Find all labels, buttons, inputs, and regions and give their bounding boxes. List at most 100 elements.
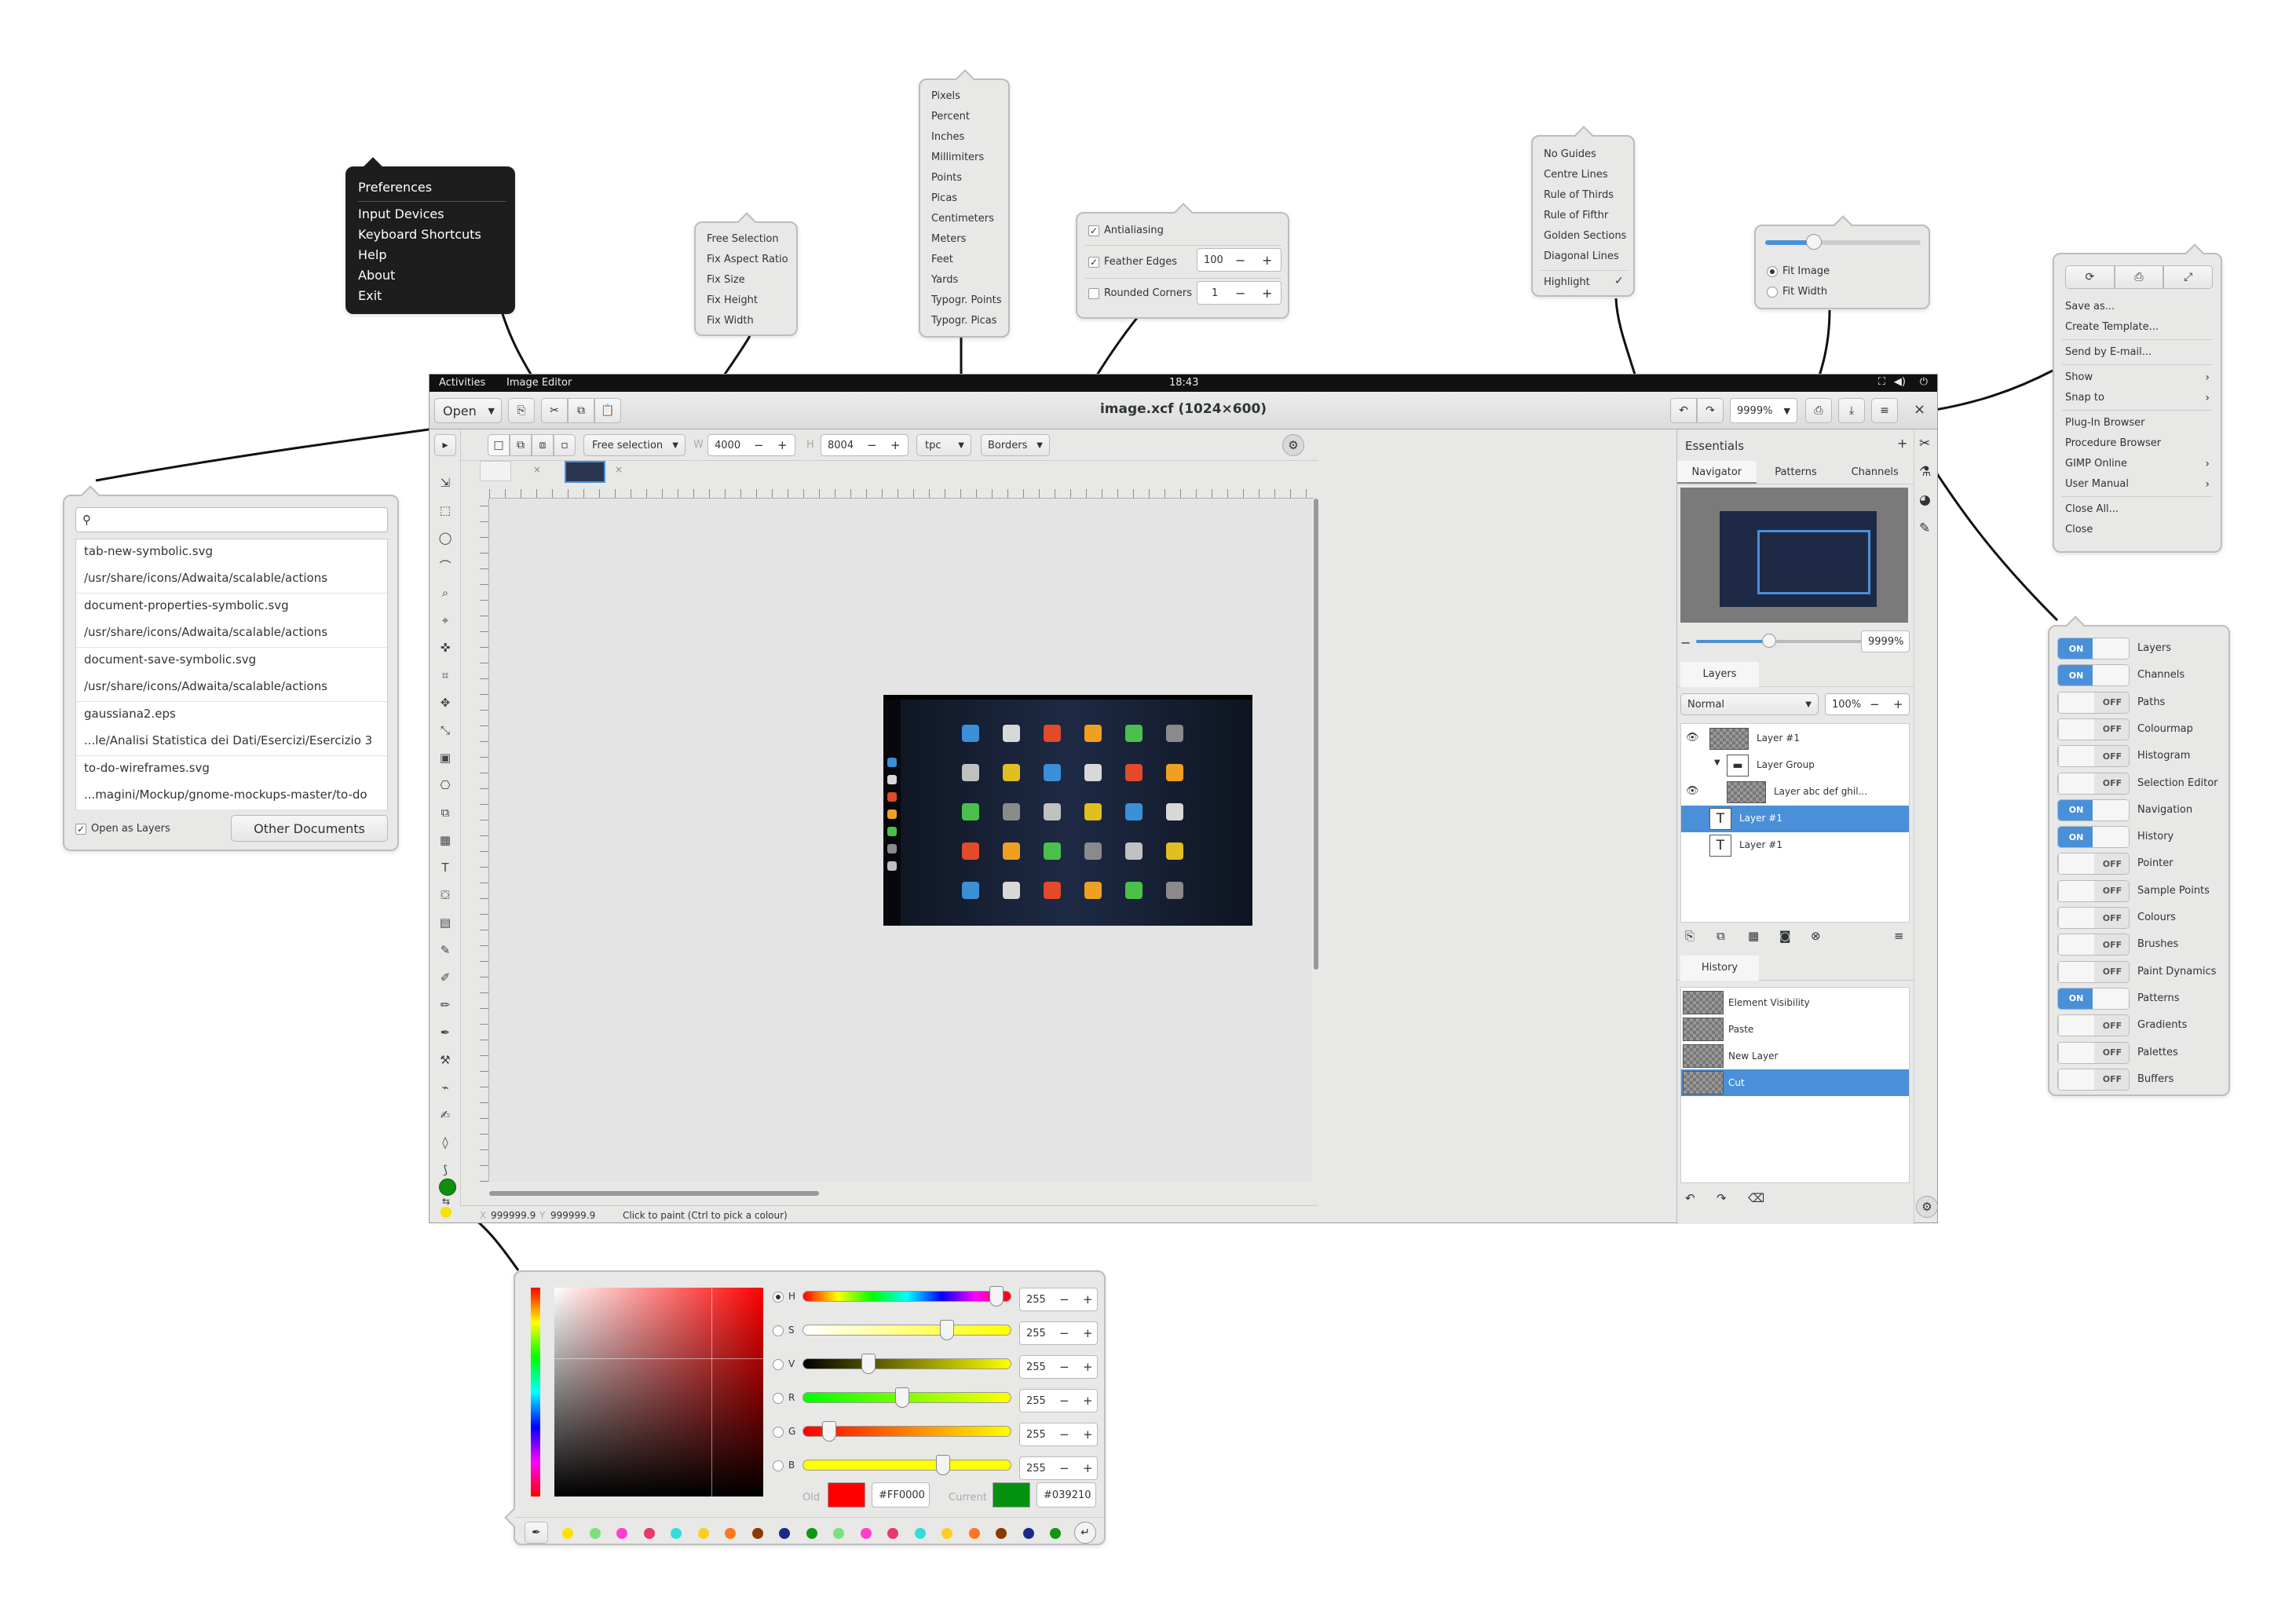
plus-icon[interactable]: +: [1083, 1326, 1093, 1340]
redo-icon[interactable]: ↷: [1697, 398, 1724, 423]
app-menu-preferences[interactable]: Preferences: [347, 168, 514, 198]
palette-swatch[interactable]: [806, 1528, 817, 1539]
recent-file-item[interactable]: document-save-symbolic.svg/usr/share/ico…: [76, 648, 387, 702]
channel-radio[interactable]: [773, 1359, 784, 1370]
navigator-viewport[interactable]: [1757, 530, 1870, 594]
channel-slider[interactable]: [803, 1325, 1011, 1336]
color-picker-tool-icon[interactable]: ✜: [436, 638, 455, 657]
minus-icon[interactable]: −: [1059, 1292, 1069, 1306]
new-layer-icon[interactable]: ⎘: [1685, 929, 1695, 943]
transform-tool-icon[interactable]: ⤡: [436, 721, 455, 740]
add-selection-icon[interactable]: ⧉: [510, 434, 532, 456]
hue-strip[interactable]: [531, 1288, 540, 1497]
guides-thirds[interactable]: Rule of Thirds: [1533, 185, 1633, 206]
chevron-down-icon[interactable]: ▼: [1714, 758, 1720, 767]
channel-field[interactable]: 255− +: [1019, 1288, 1098, 1311]
plus-icon[interactable]: +: [1083, 1394, 1093, 1408]
minus-icon[interactable]: −: [1059, 1461, 1069, 1475]
dock-toggle-buffers[interactable]: OFF: [2057, 1068, 2130, 1091]
unit-combo[interactable]: tpc ▼: [916, 434, 971, 456]
channel-field[interactable]: 255− +: [1019, 1423, 1098, 1446]
pencil-tool-icon[interactable]: ✎: [436, 941, 455, 959]
fit-image-radio[interactable]: [1767, 265, 1778, 277]
minus-icon[interactable]: −: [1059, 1427, 1069, 1442]
move-tool-icon[interactable]: ⇲: [436, 473, 455, 492]
palette-icon[interactable]: ◕: [1919, 492, 1931, 508]
palette-swatch[interactable]: [860, 1528, 872, 1539]
add-tab-icon[interactable]: +: [1897, 436, 1907, 451]
recent-file-item[interactable]: to-do-wireframes.svg ...magini/Mockup/gno…: [76, 756, 387, 810]
fit-width-option[interactable]: Fit Width: [1767, 286, 1827, 298]
tab-channels[interactable]: Channels: [1835, 461, 1914, 484]
channel-field[interactable]: 255− +: [1019, 1389, 1098, 1412]
borders-button[interactable]: Borders ▼: [981, 434, 1050, 456]
smudge-tool-icon[interactable]: ✍: [436, 1106, 455, 1124]
history-item[interactable]: New Layer: [1681, 1043, 1909, 1069]
power-icon[interactable]: ⏻: [1920, 376, 1928, 388]
layer-row[interactable]: T Layer #1: [1681, 832, 1909, 859]
dock-toggle-colours[interactable]: OFF: [2057, 907, 2130, 929]
free-select-tool-icon[interactable]: ⌒: [436, 556, 455, 575]
guides-diagonal[interactable]: Diagonal Lines: [1533, 247, 1633, 267]
unit-option[interactable]: Percent: [920, 107, 1008, 127]
clone-tool-icon[interactable]: ⚒: [436, 1051, 455, 1069]
channel-field[interactable]: 255− +: [1019, 1355, 1098, 1379]
channel-field[interactable]: 255− +: [1019, 1456, 1098, 1480]
minus-icon[interactable]: −: [1059, 1326, 1069, 1340]
palette-swatch[interactable]: [968, 1528, 980, 1539]
dock-toggle-palettes[interactable]: OFF: [2057, 1041, 2130, 1064]
zoom-tool-icon[interactable]: ⌕: [436, 583, 455, 602]
blend-mode-combo[interactable]: Normal ▼: [1680, 693, 1819, 715]
foreground-color-swatch[interactable]: [439, 1179, 456, 1196]
channel-slider[interactable]: [803, 1460, 1011, 1471]
unit-option[interactable]: Pixels: [920, 86, 1008, 107]
navigator-zoom-knob[interactable]: [1762, 634, 1776, 648]
app-menu-help[interactable]: Help: [347, 245, 514, 265]
palette-swatch[interactable]: [643, 1528, 655, 1539]
network-icon[interactable]: ⛶: [1878, 376, 1885, 388]
image-menu-item[interactable]: Save as...: [2054, 297, 2221, 317]
tab-history[interactable]: History: [1680, 956, 1759, 981]
swap-colors-icon[interactable]: ⇆: [442, 1196, 450, 1207]
app-menu-keyboard-shortcuts[interactable]: Keyboard Shortcuts: [347, 225, 514, 245]
open-as-layers-checkbox[interactable]: ✓: [75, 823, 86, 835]
channel-radio[interactable]: [773, 1427, 784, 1438]
navigator-preview[interactable]: [1680, 488, 1908, 623]
eye-icon[interactable]: 👁: [1686, 732, 1699, 744]
app-menu-button[interactable]: Image Editor: [506, 377, 572, 389]
bucket-fill-tool-icon[interactable]: ⛋: [436, 886, 455, 904]
antialiasing-option[interactable]: ✓ Antialiasing: [1088, 225, 1164, 236]
plus-icon[interactable]: +: [777, 438, 788, 452]
plus-icon[interactable]: +: [1262, 286, 1272, 301]
close-icon[interactable]: ×: [1914, 401, 1925, 418]
save-icon[interactable]: ⤓: [1838, 398, 1865, 423]
undo-icon[interactable]: ↶: [1670, 398, 1697, 423]
palette-swatch[interactable]: [914, 1528, 926, 1539]
tools-icon[interactable]: ✂: [1919, 436, 1930, 451]
intersect-selection-icon[interactable]: ▫: [554, 434, 576, 456]
channel-slider-knob[interactable]: [989, 1286, 1004, 1306]
paintbrush-tool-icon[interactable]: ✐: [436, 968, 455, 987]
highlight-check-icon[interactable]: ✓: [1614, 275, 1624, 287]
clear-history-icon[interactable]: ⌫: [1748, 1191, 1764, 1205]
channel-slider[interactable]: [803, 1291, 1011, 1302]
open-as-layers-option[interactable]: ✓ Open as Layers: [75, 823, 170, 835]
align-tool-icon[interactable]: ✥: [436, 693, 455, 712]
antialiasing-checkbox[interactable]: ✓: [1088, 225, 1099, 236]
minus-icon[interactable]: −: [1870, 697, 1880, 711]
height-field[interactable]: 8004 − +: [821, 434, 909, 456]
image-tab-thumb-active[interactable]: [565, 461, 605, 483]
ellipse-select-tool-icon[interactable]: ◯: [436, 528, 455, 547]
guides-centre[interactable]: Centre Lines: [1533, 165, 1633, 185]
old-hex-field[interactable]: #FF0000: [872, 1482, 930, 1508]
rounded-checkbox[interactable]: [1088, 287, 1099, 299]
palette-swatch[interactable]: [562, 1528, 573, 1539]
undo-icon[interactable]: ↶: [1685, 1191, 1695, 1205]
palette-swatch[interactable]: [616, 1528, 627, 1539]
unit-option[interactable]: Yards: [920, 270, 1008, 291]
horizontal-scrollbar[interactable]: [489, 1191, 819, 1196]
dock-toggle-sample-points[interactable]: OFF: [2057, 879, 2130, 902]
palette-swatch[interactable]: [725, 1528, 736, 1539]
recent-file-item[interactable]: tab-new-symbolic.svg/usr/share/icons/Adw…: [76, 539, 387, 594]
rect-select-tool-icon[interactable]: ⬚: [436, 501, 455, 520]
